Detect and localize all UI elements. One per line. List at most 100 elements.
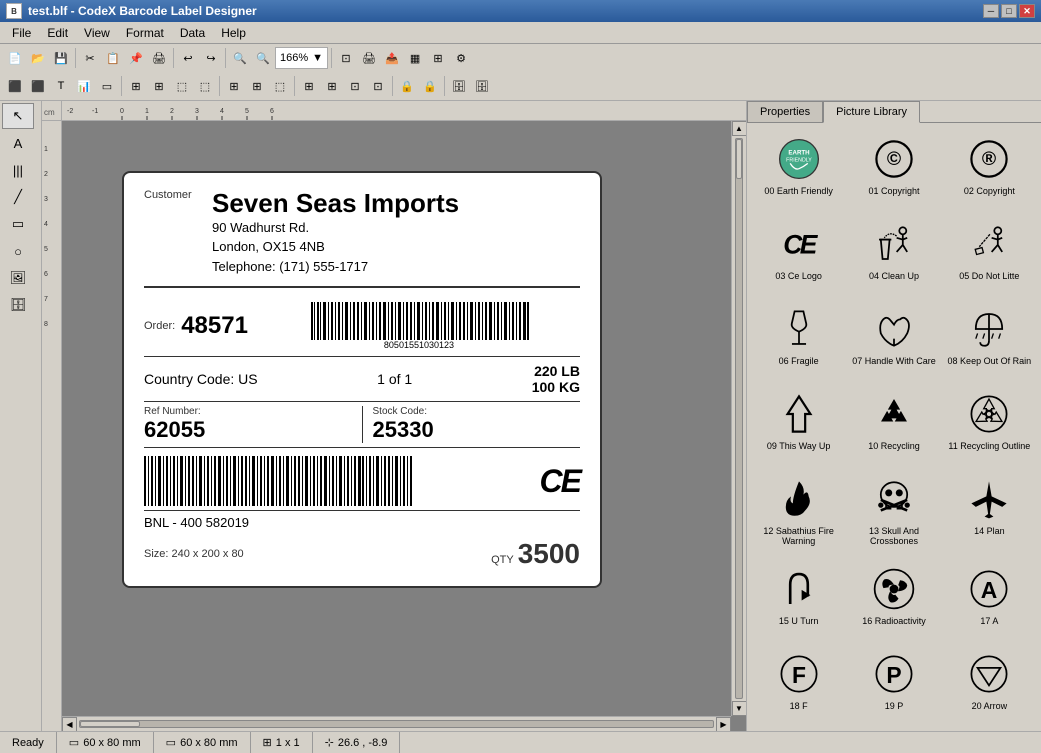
library-item-keep-dry[interactable]: 08 Keep Out Of Rain bbox=[942, 297, 1037, 382]
tb-btn-10[interactable]: ⊞ bbox=[223, 75, 245, 97]
barcode-svg bbox=[309, 302, 529, 340]
tb-btn-7[interactable]: ⊞ bbox=[148, 75, 170, 97]
settings-button[interactable]: ⚙ bbox=[450, 47, 472, 69]
image-tool[interactable]: 🖼 bbox=[2, 265, 34, 291]
fire-label: 12 Sabathius Fire Warning bbox=[754, 526, 843, 548]
print-button[interactable]: 🖨 bbox=[358, 47, 380, 69]
undo-button[interactable]: ↩ bbox=[177, 47, 199, 69]
circle-tool[interactable]: ○ bbox=[2, 238, 34, 264]
separator-6 bbox=[219, 76, 220, 96]
shape-button[interactable]: ▭ bbox=[96, 75, 118, 97]
library-item-plane[interactable]: 14 Plan bbox=[942, 467, 1037, 558]
menu-help[interactable]: Help bbox=[213, 24, 254, 42]
lock-button[interactable]: 🔒 bbox=[396, 75, 418, 97]
library-item-fire[interactable]: 12 Sabathius Fire Warning bbox=[751, 467, 846, 558]
scroll-down-button[interactable]: ▼ bbox=[732, 701, 747, 716]
label-address: 90 Wadhurst Rd. London, OX15 4NB Telepho… bbox=[212, 218, 459, 277]
text-tool-button[interactable]: T bbox=[50, 75, 72, 97]
library-item-skull[interactable]: 13 Skull And Crossbones bbox=[846, 467, 941, 558]
svg-text:CE: CE bbox=[783, 230, 818, 260]
tb-btn-12[interactable]: ⬚ bbox=[269, 75, 291, 97]
open-button[interactable]: 📂 bbox=[27, 47, 49, 69]
library-item-copyright-c[interactable]: © 01 Copyright bbox=[846, 127, 941, 212]
library-item-letter-p[interactable]: P 19 P bbox=[846, 642, 941, 727]
menu-format[interactable]: Format bbox=[118, 24, 172, 42]
close-button[interactable]: ✕ bbox=[1019, 4, 1035, 18]
scroll-thumb[interactable] bbox=[80, 721, 140, 727]
align-left-button[interactable]: ⬛ bbox=[4, 75, 26, 97]
tb-btn-15[interactable]: ⊡ bbox=[344, 75, 366, 97]
tb-btn-8[interactable]: ⬚ bbox=[171, 75, 193, 97]
library-item-earth-friendly[interactable]: EARTH FRIENDLY 00 Earth Friendly bbox=[751, 127, 846, 212]
canvas-area[interactable]: cm -2 -1 0 1 2 3 4 5 6 bbox=[42, 101, 746, 731]
label-canvas[interactable]: Customer Seven Seas Imports 90 Wadhurst … bbox=[122, 171, 602, 588]
canvas-hscroll[interactable]: ◀ ▶ bbox=[62, 716, 731, 731]
library-item-fragile[interactable]: 06 Fragile bbox=[751, 297, 846, 382]
vscroll-thumb[interactable] bbox=[736, 139, 742, 179]
scroll-left-button[interactable]: ◀ bbox=[62, 717, 77, 732]
line-tool[interactable]: ╱ bbox=[2, 184, 34, 210]
text-tool[interactable]: A bbox=[2, 130, 34, 156]
cut-button[interactable]: ✂ bbox=[79, 47, 101, 69]
zoom-dropdown[interactable]: 166% ▼ bbox=[275, 47, 328, 69]
company-name: Seven Seas Imports bbox=[212, 189, 459, 218]
tb-btn-11[interactable]: ⊞ bbox=[246, 75, 268, 97]
library-item-recycle[interactable]: 10 Recycling bbox=[846, 382, 941, 467]
library-item-clean-up[interactable]: 04 Clean Up bbox=[846, 212, 941, 297]
menu-view[interactable]: View bbox=[76, 24, 118, 42]
db2-button[interactable]: 🗄 bbox=[471, 75, 493, 97]
tb-btn-13[interactable]: ⊞ bbox=[298, 75, 320, 97]
library-item-copyright-r[interactable]: ® 02 Copyright bbox=[942, 127, 1037, 212]
menu-data[interactable]: Data bbox=[172, 24, 213, 42]
menu-file[interactable]: File bbox=[4, 24, 39, 42]
canvas-vscroll[interactable]: ▲ ▼ bbox=[731, 121, 746, 716]
lock2-button[interactable]: 🔒 bbox=[419, 75, 441, 97]
scroll-up-button[interactable]: ▲ bbox=[732, 121, 747, 136]
db-field-tool[interactable]: 🗄 bbox=[2, 292, 34, 318]
zoom-out-button[interactable]: 🔍 bbox=[229, 47, 251, 69]
copy-button[interactable]: 📋 bbox=[102, 47, 124, 69]
select-tool[interactable]: ↖ bbox=[2, 103, 34, 129]
library-item-letter-a[interactable]: A 17 A bbox=[942, 557, 1037, 642]
recycle-outline-icon bbox=[964, 389, 1014, 439]
zoom-in-button[interactable]: 🔍 bbox=[252, 47, 274, 69]
grid-button[interactable]: ⊞ bbox=[427, 47, 449, 69]
tb-btn-14[interactable]: ⊞ bbox=[321, 75, 343, 97]
scroll-right-button[interactable]: ▶ bbox=[716, 717, 731, 732]
library-item-radioactive[interactable]: 16 Radioactivity bbox=[846, 557, 941, 642]
library-item-letter-f[interactable]: F 18 F bbox=[751, 642, 846, 727]
library-item-this-way-up[interactable]: 09 This Way Up bbox=[751, 382, 846, 467]
library-item-handle[interactable]: 07 Handle With Care bbox=[846, 297, 941, 382]
title-bar: B test.blf - CodeX Barcode Label Designe… bbox=[0, 0, 1041, 22]
zoom-dropdown-arrow[interactable]: ▼ bbox=[312, 52, 323, 64]
menu-edit[interactable]: Edit bbox=[39, 24, 76, 42]
tab-properties[interactable]: Properties bbox=[747, 101, 823, 122]
db-button[interactable]: 🗄 bbox=[448, 75, 470, 97]
tb-btn-6[interactable]: ⊞ bbox=[125, 75, 147, 97]
barcode-button[interactable]: ▦ bbox=[404, 47, 426, 69]
library-item-arrow-down[interactable]: 20 Arrow bbox=[942, 642, 1037, 727]
barcode-tool[interactable]: ||| bbox=[2, 157, 34, 183]
export-button[interactable]: 📤 bbox=[381, 47, 403, 69]
fit-button[interactable]: ⊡ bbox=[335, 47, 357, 69]
tab-picture-library[interactable]: Picture Library bbox=[823, 101, 920, 123]
chart-button[interactable]: 📊 bbox=[73, 75, 95, 97]
library-item-do-not-litter[interactable]: 05 Do Not Litte bbox=[942, 212, 1037, 297]
tb-btn-16[interactable]: ⊡ bbox=[367, 75, 389, 97]
library-item-ce[interactable]: CE 03 Ce Logo bbox=[751, 212, 846, 297]
new-button[interactable]: 📄 bbox=[4, 47, 26, 69]
skull-icon bbox=[869, 474, 919, 524]
paste-button[interactable]: 📌 bbox=[125, 47, 147, 69]
restore-button[interactable]: □ bbox=[1001, 4, 1017, 18]
scroll-track[interactable] bbox=[79, 720, 714, 728]
vscroll-track[interactable] bbox=[735, 138, 743, 699]
redo-button[interactable]: ↪ bbox=[200, 47, 222, 69]
print-preview-button[interactable]: 🖨 bbox=[148, 47, 170, 69]
align-center-button[interactable]: ⬛ bbox=[27, 75, 49, 97]
tb-btn-9[interactable]: ⬚ bbox=[194, 75, 216, 97]
minimize-button[interactable]: ─ bbox=[983, 4, 999, 18]
rect-tool[interactable]: ▭ bbox=[2, 211, 34, 237]
library-item-uturn[interactable]: 15 U Turn bbox=[751, 557, 846, 642]
save-button[interactable]: 💾 bbox=[50, 47, 72, 69]
library-item-recycle-outline[interactable]: 11 Recycling Outline bbox=[942, 382, 1037, 467]
